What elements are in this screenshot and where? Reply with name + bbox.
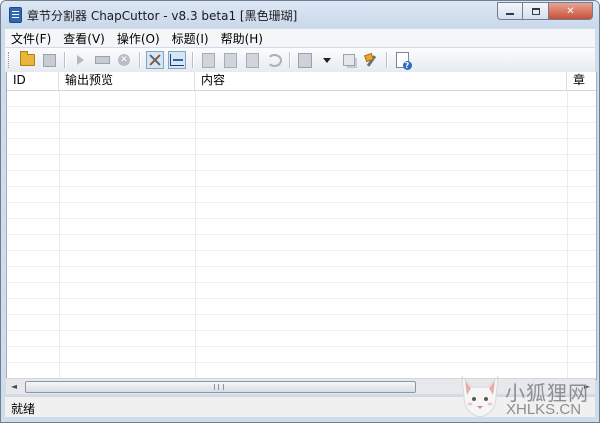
tools-button[interactable] <box>146 51 164 69</box>
column-header-chapter[interactable]: 章 <box>567 72 596 90</box>
status-bar: 就绪 <box>5 396 595 417</box>
minimize-icon <box>506 13 514 15</box>
empty-row <box>7 283 596 299</box>
app-icon[interactable] <box>9 7 22 23</box>
app-window: 章节分割器 ChapCuttor - v8.3 beta1 [黑色珊瑚] ✕ 文… <box>0 0 600 423</box>
undo-icon <box>266 53 282 67</box>
empty-row <box>7 219 596 235</box>
menu-help[interactable]: 帮助(H) <box>215 30 269 47</box>
caption-buttons: ✕ <box>497 2 593 20</box>
window-title: 章节分割器 ChapCuttor - v8.3 beta1 [黑色珊瑚] <box>27 9 298 23</box>
wrench-icon <box>364 53 378 67</box>
empty-row <box>7 187 596 203</box>
horizontal-scrollbar[interactable]: ◄ ► <box>6 378 595 394</box>
chapter-list[interactable]: ID 输出预览 内容 章 <box>6 72 597 380</box>
doc-icon <box>201 52 215 68</box>
column-header-id[interactable]: ID <box>7 72 59 90</box>
maximize-button[interactable] <box>523 2 549 20</box>
toolbar-separator <box>139 52 140 68</box>
stop-button[interactable]: ✕ <box>115 51 133 69</box>
empty-row <box>7 347 596 363</box>
scroll-right-icon[interactable]: ► <box>579 379 595 394</box>
undo-button[interactable] <box>265 51 283 69</box>
save-button[interactable] <box>40 51 58 69</box>
copy-button[interactable] <box>340 51 358 69</box>
maximize-icon <box>531 7 540 15</box>
doc-icon <box>223 52 237 68</box>
empty-row <box>7 299 596 315</box>
column-divider <box>195 91 196 379</box>
folder-open-icon <box>19 51 35 66</box>
status-text: 就绪 <box>11 402 36 416</box>
menu-bar: 文件(F) 查看(V) 操作(O) 标题(I) 帮助(H) <box>5 29 595 47</box>
empty-row <box>7 331 596 347</box>
close-button[interactable]: ✕ <box>549 2 593 20</box>
stop-icon: ✕ <box>118 54 130 66</box>
title-bar[interactable]: 章节分割器 ChapCuttor - v8.3 beta1 [黑色珊瑚] ✕ <box>1 1 599 28</box>
toolbar-separator <box>192 52 193 68</box>
empty-row <box>7 155 596 171</box>
column-divider <box>59 91 60 379</box>
menu-file[interactable]: 文件(F) <box>5 30 57 47</box>
run-button[interactable] <box>71 51 89 69</box>
toolbar-grip[interactable] <box>8 52 12 68</box>
column-divider <box>567 91 568 379</box>
play-icon <box>76 55 84 65</box>
doc-button-2[interactable] <box>221 51 239 69</box>
chart-icon <box>170 54 184 66</box>
empty-row <box>7 267 596 283</box>
settings-button[interactable] <box>362 51 380 69</box>
empty-row <box>7 235 596 251</box>
scroll-grip-icon <box>214 384 224 390</box>
edit-dropdown-button[interactable] <box>318 51 336 69</box>
help-icon <box>395 52 412 70</box>
measure-button[interactable] <box>93 51 111 69</box>
close-icon: ✕ <box>566 5 575 17</box>
scroll-thumb[interactable] <box>25 381 416 393</box>
empty-row <box>7 315 596 331</box>
empty-row <box>7 91 596 107</box>
empty-row <box>7 363 596 379</box>
menu-title[interactable]: 标题(I) <box>166 30 215 47</box>
doc-button-3[interactable] <box>243 51 261 69</box>
empty-row <box>7 171 596 187</box>
scroll-left-icon[interactable]: ◄ <box>6 379 22 394</box>
empty-row <box>7 123 596 139</box>
doc-icon <box>245 52 259 68</box>
edit-icon <box>298 52 312 68</box>
edit-button[interactable] <box>296 51 314 69</box>
toolbar-separator <box>64 52 65 68</box>
column-header-content[interactable]: 内容 <box>195 72 567 90</box>
minimize-button[interactable] <box>497 2 523 20</box>
toolbar: ✕ <box>5 48 595 73</box>
help-button[interactable] <box>393 51 412 70</box>
toolbar-separator <box>386 52 387 68</box>
dropdown-arrow-icon <box>323 57 331 63</box>
tools-icon <box>148 53 162 67</box>
column-header-preview[interactable]: 输出预览 <box>59 72 195 90</box>
save-icon <box>42 53 56 67</box>
empty-row <box>7 107 596 123</box>
open-button[interactable] <box>18 51 36 69</box>
empty-row <box>7 251 596 267</box>
menu-view[interactable]: 查看(V) <box>57 30 111 47</box>
toolbar-separator <box>289 52 290 68</box>
ruler-icon <box>94 56 110 64</box>
empty-row <box>7 203 596 219</box>
list-body[interactable] <box>7 91 596 379</box>
copy-icon <box>343 54 355 66</box>
chart-button[interactable] <box>168 51 186 69</box>
menu-operation[interactable]: 操作(O) <box>111 30 166 47</box>
empty-row <box>7 139 596 155</box>
doc-button-1[interactable] <box>199 51 217 69</box>
list-header: ID 输出预览 内容 章 <box>7 72 596 91</box>
